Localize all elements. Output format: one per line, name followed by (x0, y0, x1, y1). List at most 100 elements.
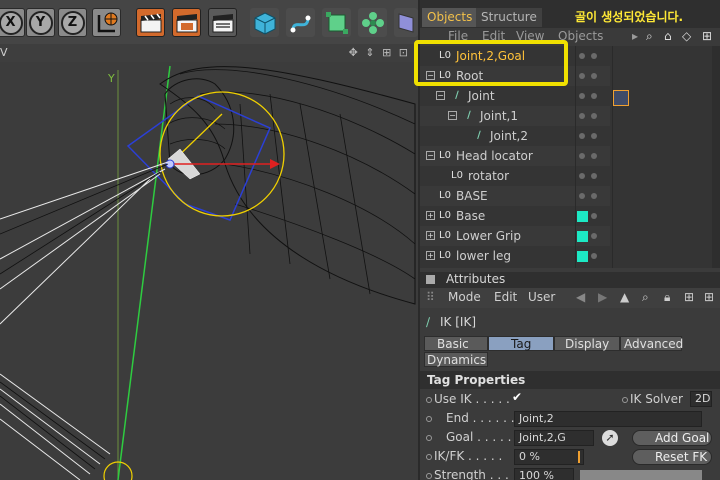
ikfk-slider-handle[interactable] (578, 451, 580, 463)
render-visibility-dot[interactable] (591, 93, 597, 99)
collapse-icon[interactable]: − (448, 111, 457, 120)
render-visibility-dot[interactable] (591, 73, 597, 79)
view-icon[interactable]: ◇ (682, 29, 691, 43)
nurbs-cube-icon (325, 11, 348, 34)
new-window-icon[interactable]: ⊞ (702, 29, 712, 43)
tab-objects[interactable]: Objects (422, 8, 478, 27)
tree-item-label: BASE (456, 189, 488, 203)
tab-basic[interactable]: Basic (424, 336, 488, 351)
search-icon[interactable]: ⌕ (642, 290, 649, 305)
collapse-icon[interactable]: − (426, 151, 435, 160)
editor-visibility-dot[interactable] (579, 133, 585, 139)
render-visibility-dot[interactable] (591, 213, 597, 219)
render-visibility-dot[interactable] (591, 193, 597, 199)
layer-color-swatch[interactable] (577, 211, 588, 222)
render-visibility-dot[interactable] (591, 153, 597, 159)
expand-icon[interactable]: + (426, 231, 435, 240)
expand-icon[interactable]: + (426, 251, 435, 260)
ik-tag-icon[interactable] (613, 90, 629, 106)
ikfk-field[interactable]: 0 % (514, 449, 584, 465)
menu-user[interactable]: User (528, 290, 555, 304)
render-settings-button[interactable] (208, 8, 237, 37)
editor-visibility-dot[interactable] (579, 113, 585, 119)
nurbs-button[interactable] (322, 8, 351, 37)
search-icon[interactable]: ⌕ (646, 29, 653, 44)
tab-dynamics[interactable]: Dynamics (424, 352, 488, 367)
spline-button[interactable] (286, 8, 315, 37)
render-picture-viewer-button[interactable] (172, 8, 201, 37)
manager-tabs: Objects Structure 골이 생성되었습니다. (420, 0, 720, 28)
animation-dot[interactable] (622, 397, 628, 403)
tab-display[interactable]: Display (554, 336, 620, 351)
tab-tag[interactable]: Tag (488, 336, 554, 351)
back-arrow-icon[interactable]: ◀ (576, 290, 585, 304)
3d-viewport[interactable]: Y V ✥ ⇕ ⊞ ⊡ (0, 44, 418, 480)
ik-solver-label: IK Solver (630, 392, 683, 406)
deformer-button[interactable] (394, 8, 418, 37)
tree-item-label: Joint (468, 89, 495, 103)
home-icon[interactable]: ⌂ (664, 29, 672, 43)
strength-field[interactable]: 100 % (514, 468, 574, 480)
up-arrow-icon[interactable]: ▲ (620, 290, 629, 304)
collapse-icon[interactable]: − (436, 91, 445, 100)
render-visibility-dot[interactable] (591, 53, 597, 59)
tab-advanced[interactable]: Advanced (620, 336, 683, 351)
ik-solver-dropdown[interactable]: 2D (690, 391, 712, 407)
coordinate-system-button[interactable] (92, 8, 121, 37)
ik-tag-small-icon: ∕ (426, 315, 431, 329)
end-link-field[interactable]: Joint,2 (514, 411, 702, 427)
reset-fk-button[interactable]: Reset FK (632, 449, 712, 465)
editor-visibility-dot[interactable] (579, 53, 585, 59)
render-visibility-dot[interactable] (591, 253, 597, 259)
animation-dot[interactable] (426, 416, 432, 422)
expand-icon[interactable]: + (426, 211, 435, 220)
render-visibility-dot[interactable] (591, 133, 597, 139)
animation-dot[interactable] (426, 435, 432, 441)
render-visibility-dot[interactable] (591, 173, 597, 179)
menu-edit[interactable]: Edit (494, 290, 517, 304)
y-axis-button[interactable]: Y (26, 8, 55, 37)
tags-column (612, 46, 712, 268)
pick-object-icon[interactable]: ➚ (602, 430, 618, 446)
menu-mode[interactable]: Mode (448, 290, 481, 304)
expand-arrow-icon[interactable]: ▸ (632, 29, 638, 43)
use-ik-checkbox[interactable]: ✔ (512, 390, 522, 404)
render-visibility-dot[interactable] (591, 233, 597, 239)
tree-scrollbar[interactable] (712, 46, 720, 268)
layer-color-swatch[interactable] (577, 251, 588, 262)
forward-arrow-icon[interactable]: ▶ (598, 290, 607, 304)
joint-icon: ∕ (467, 110, 471, 121)
viewport-menu-label[interactable]: V (0, 46, 8, 59)
x-axis-button[interactable]: X (0, 8, 25, 37)
add-goal-button[interactable]: Add Goal (632, 430, 712, 446)
strength-slider[interactable] (580, 470, 702, 480)
tree-item-label: Lower Grip (456, 229, 521, 243)
editor-visibility-dot[interactable] (579, 173, 585, 179)
viewport-nav-icons[interactable]: ✥ ⇕ ⊞ ⊡ (349, 46, 410, 59)
ik-object-title: ∕ IK [IK] (426, 315, 476, 329)
tag-properties-header: Tag Properties (420, 371, 720, 389)
goal-link-field[interactable]: Joint,2,G (514, 430, 594, 446)
tab-structure[interactable]: Structure (476, 8, 542, 27)
tutorial-caption: 골이 생성되었습니다. (575, 10, 684, 24)
panel-menu-icon[interactable] (426, 275, 435, 284)
animation-dot[interactable] (426, 473, 432, 479)
animation-dot[interactable] (426, 454, 432, 460)
editor-visibility-dot[interactable] (579, 93, 585, 99)
visibility-column (575, 46, 611, 268)
layer-color-swatch[interactable] (577, 231, 588, 242)
null-object-icon: L0 (439, 210, 451, 221)
render-view-button[interactable] (136, 8, 165, 37)
array-button[interactable] (358, 8, 387, 37)
cube-object-button[interactable] (250, 8, 279, 37)
lock-icon[interactable]: 🔒︎ (664, 290, 670, 305)
render-visibility-dot[interactable] (591, 113, 597, 119)
editor-visibility-dot[interactable] (579, 193, 585, 199)
editor-visibility-dot[interactable] (579, 153, 585, 159)
add-icon[interactable]: ⊞ (704, 290, 714, 304)
animation-dot[interactable] (426, 397, 432, 403)
new-window-icon[interactable]: ⊞ (684, 290, 694, 304)
attributes-menubar: ⠿ Mode Edit User ◀ ▶ ▲ ⌕ 🔒︎ ⊞ ⊞ (420, 288, 720, 308)
z-axis-button[interactable]: Z (58, 8, 87, 37)
editor-visibility-dot[interactable] (579, 73, 585, 79)
